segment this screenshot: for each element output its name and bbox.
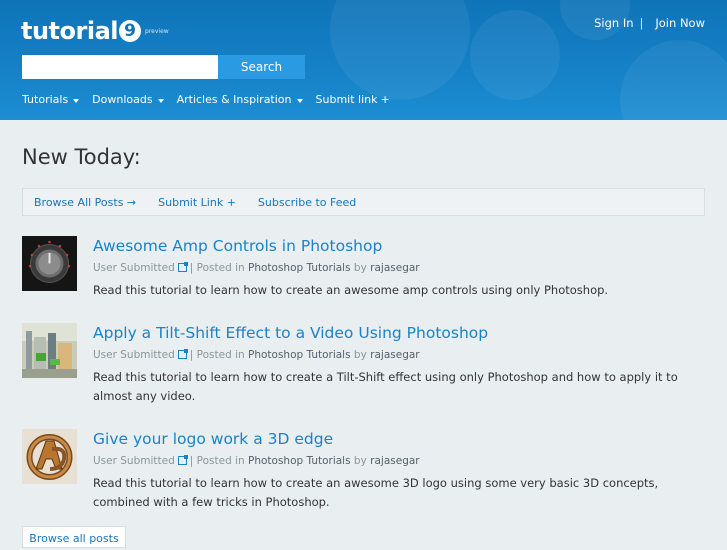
posted-in-label: | Posted in: [189, 349, 245, 361]
external-link-icon[interactable]: [177, 455, 188, 465]
user-links: Sign In | Join Now: [594, 16, 705, 30]
post-description: Read this tutorial to learn how to creat…: [93, 476, 659, 509]
nav-item-label: Downloads: [92, 93, 153, 106]
browse-all-posts-link[interactable]: Browse All Posts →: [34, 196, 136, 209]
amp-knob-thumbnail[interactable]: [22, 236, 77, 291]
nav-item-submit-link[interactable]: Submit link +: [316, 93, 390, 106]
caret-down-icon: [296, 98, 303, 103]
post-title-link[interactable]: Give your logo work a 3D edge: [93, 429, 683, 449]
site-header: tutorial 9 preview Sign In | Join Now Se…: [0, 0, 727, 120]
site-logo[interactable]: tutorial 9 preview: [21, 16, 169, 46]
author-link[interactable]: rajasegar: [370, 455, 419, 467]
nav-item-label: Submit link: [315, 93, 378, 106]
post-title-link[interactable]: Awesome Amp Controls in Photoshop: [93, 236, 683, 256]
post-description: Read this tutorial to learn how to creat…: [93, 283, 609, 297]
category-link[interactable]: Photoshop Tutorials: [248, 262, 351, 274]
user-links-separator: |: [639, 16, 644, 30]
by-label: by: [353, 455, 367, 467]
external-link-icon[interactable]: [177, 262, 188, 272]
user-submitted-label: User Submitted: [93, 262, 175, 274]
category-link[interactable]: Photoshop Tutorials: [248, 455, 351, 467]
author-link[interactable]: rajasegar: [370, 262, 419, 274]
category-link[interactable]: Photoshop Tutorials: [248, 349, 351, 361]
subscribe-feed-link[interactable]: Subscribe to Feed: [258, 196, 356, 209]
by-label: by: [353, 262, 367, 274]
search-button[interactable]: Search: [218, 55, 305, 79]
sign-in-link[interactable]: Sign In: [594, 16, 633, 30]
logo-text: tutorial: [21, 17, 119, 45]
nav-item-downloads[interactable]: Downloads: [92, 93, 164, 106]
posted-in-label: | Posted in: [189, 262, 245, 274]
posted-in-label: | Posted in: [189, 455, 245, 467]
post-title-link[interactable]: Apply a Tilt-Shift Effect to a Video Usi…: [93, 323, 683, 343]
user-submitted-label: User Submitted: [93, 349, 175, 361]
nav-item-label: Articles & Inspiration: [176, 93, 292, 106]
post-body: Give your logo work a 3D edge User Submi…: [93, 429, 683, 512]
logo-nine-icon: 9: [119, 20, 142, 42]
user-submitted-label: User Submitted: [93, 455, 175, 467]
external-link-icon[interactable]: [177, 349, 188, 359]
author-link[interactable]: rajasegar: [370, 349, 419, 361]
post-body: Awesome Amp Controls in Photoshop User S…: [93, 236, 683, 300]
caret-down-icon: [157, 98, 164, 103]
submit-link-link[interactable]: Submit Link +: [158, 196, 236, 209]
post-description: Read this tutorial to learn how to creat…: [93, 370, 678, 403]
post-body: Apply a Tilt-Shift Effect to a Video Usi…: [93, 323, 683, 406]
3d-logo-thumbnail[interactable]: [22, 429, 77, 484]
nav-item-tutorials[interactable]: Tutorials: [22, 93, 80, 106]
nav-item-articles[interactable]: Articles & Inspiration: [177, 93, 303, 106]
search-input[interactable]: [22, 55, 218, 79]
post-meta: User Submitted | Posted in Photoshop Tuto…: [93, 454, 683, 468]
tilt-shift-thumbnail[interactable]: [22, 323, 77, 378]
join-now-link[interactable]: Join Now: [655, 16, 705, 30]
by-label: by: [353, 349, 367, 361]
post-meta: User Submitted | Posted in Photoshop Tuto…: [93, 261, 683, 275]
plus-icon: +: [380, 93, 390, 106]
sub-navigation: Browse All Posts → Submit Link + Subscri…: [22, 188, 705, 216]
page-title: New Today:: [22, 145, 141, 169]
logo-preview-badge: preview: [145, 28, 169, 35]
main-nav: Tutorials Downloads Articles & Inspirati…: [22, 93, 403, 106]
nav-item-label: Tutorials: [22, 93, 69, 106]
caret-down-icon: [73, 98, 80, 103]
post-meta: User Submitted | Posted in Photoshop Tuto…: [93, 348, 683, 362]
